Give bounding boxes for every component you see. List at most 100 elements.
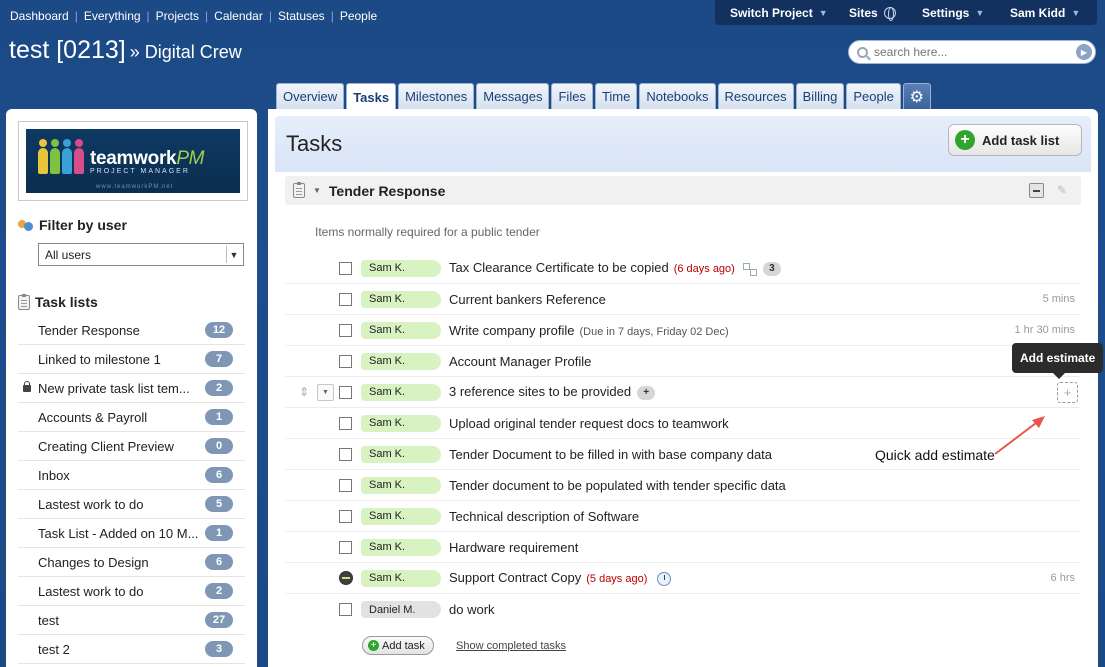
task-name[interactable]: Tender Document to be filled in with bas… — [449, 447, 772, 462]
collapse-triangle-icon[interactable]: ▼ — [313, 186, 321, 195]
user-filter-select[interactable]: All users ▼ — [38, 243, 244, 266]
assignee-badge[interactable]: Sam K. — [361, 321, 441, 339]
sidebar-tasklist[interactable]: Accounts & Payroll 1 — [18, 403, 245, 432]
annotation-arrow — [994, 416, 1045, 455]
sidebar-tasklist[interactable]: Creating Client Preview 0 — [18, 432, 245, 461]
search-go-icon[interactable]: ▶ — [1076, 44, 1092, 60]
sidebar-tasklist[interactable]: Lastest work to do 2 — [18, 577, 245, 606]
task-name[interactable]: Current bankers Reference — [449, 292, 606, 307]
tab-overview[interactable]: Overview — [276, 83, 345, 109]
count-badge: 1 — [205, 409, 233, 425]
assignee-badge[interactable]: Sam K. — [361, 538, 441, 556]
assignee-badge[interactable]: Sam K. — [361, 383, 441, 401]
task-row: Sam K. Account Manager Profile — [285, 346, 1081, 377]
task-name[interactable]: 3 reference sites to be provided — [449, 384, 631, 399]
plus-icon: + — [955, 130, 975, 150]
add-estimate-button[interactable]: + — [1057, 381, 1078, 403]
gear-icon[interactable]: ⚙ — [902, 83, 931, 109]
task-name[interactable]: do work — [449, 602, 495, 617]
assignee-badge[interactable]: Sam K. — [361, 569, 441, 587]
assignee-badge[interactable]: Daniel M. — [361, 601, 441, 618]
sidebar-tasklist[interactable]: Lastest work to do 5 — [18, 490, 245, 519]
nav-everything[interactable]: Everything — [84, 9, 141, 23]
add-task-list-button[interactable]: + Add task list — [948, 124, 1082, 156]
task-name[interactable]: Support Contract Copy — [449, 570, 581, 585]
task-name[interactable]: Write company profile — [449, 323, 574, 338]
nav-dashboard[interactable]: Dashboard — [10, 9, 69, 23]
comment-count-icon[interactable]: 3 — [762, 261, 781, 276]
task-checkbox[interactable] — [339, 509, 352, 523]
minimize-icon[interactable] — [1029, 183, 1044, 198]
time-estimate: 6 hrs — [1050, 572, 1075, 584]
tab-resources[interactable]: Resources — [717, 83, 794, 109]
task-name[interactable]: Tax Clearance Certificate to be copied — [449, 260, 669, 275]
account-bar: Switch Project ▼ Sites Settings ▼ Sam Ki… — [715, 0, 1097, 25]
settings-menu[interactable]: Settings ▼ — [922, 6, 984, 20]
assignee-badge[interactable]: Sam K. — [361, 476, 441, 494]
nav-projects[interactable]: Projects — [156, 9, 199, 23]
add-comment-icon[interactable]: + — [637, 385, 656, 400]
task-row: Sam K. Support Contract Copy (5 days ago)… — [285, 563, 1081, 594]
task-options-dropdown[interactable]: ▼ — [317, 383, 334, 401]
assignee-badge[interactable]: Sam K. — [361, 352, 441, 370]
assignee-badge[interactable]: Sam K. — [361, 414, 441, 432]
drag-handle-icon[interactable]: ⇕ — [299, 386, 311, 398]
sidebar-tasklist[interactable]: Tender Response 12 — [18, 316, 245, 345]
task-checkbox[interactable] — [339, 478, 352, 492]
assignee-badge[interactable]: Sam K. — [361, 290, 441, 308]
task-name[interactable]: Technical description of Software — [449, 509, 639, 524]
task-name[interactable]: Hardware requirement — [449, 540, 578, 555]
count-badge: 6 — [205, 554, 233, 570]
task-checkbox[interactable] — [339, 354, 352, 368]
task-status-icon[interactable] — [339, 571, 353, 585]
task-checkbox[interactable] — [339, 292, 352, 306]
nav-calendar[interactable]: Calendar — [214, 9, 263, 23]
user-menu[interactable]: Sam Kidd ▼ — [1010, 6, 1080, 20]
select-arrow-icon: ▼ — [226, 246, 241, 263]
assignee-badge[interactable]: Sam K. — [361, 507, 441, 525]
sidebar-tasklist[interactable]: test 27 — [18, 606, 245, 635]
company-name[interactable]: » Digital Crew — [130, 42, 242, 62]
count-badge: 2 — [205, 380, 233, 396]
search-input[interactable] — [874, 45, 1064, 59]
tab-people[interactable]: People — [846, 83, 901, 109]
tasklist-title[interactable]: Tender Response — [329, 183, 445, 199]
task-checkbox[interactable] — [339, 540, 352, 554]
sidebar-tasklist[interactable]: Changes to Design 6 — [18, 548, 245, 577]
tab-notebooks[interactable]: Notebooks — [639, 83, 716, 109]
task-name[interactable]: Account Manager Profile — [449, 354, 591, 369]
nav-people[interactable]: People — [340, 9, 377, 23]
tab-billing[interactable]: Billing — [795, 83, 845, 109]
dependency-icon[interactable] — [742, 262, 757, 276]
pin-icon[interactable]: ✎ — [1057, 183, 1071, 197]
sidebar-tasklist[interactable]: Linked to milestone 17 — [18, 345, 245, 374]
sidebar-tasklist[interactable]: Inbox 6 — [18, 461, 245, 490]
show-completed-link[interactable]: Show completed tasks — [456, 640, 566, 652]
main-panel: Tasks + Add task list ▼ Tender Response … — [268, 109, 1098, 667]
task-checkbox[interactable] — [339, 416, 352, 430]
task-name[interactable]: Upload original tender request docs to t… — [449, 416, 729, 431]
nav-statuses[interactable]: Statuses — [278, 9, 325, 23]
switch-project-menu[interactable]: Switch Project ▼ — [730, 6, 828, 20]
time-estimate: 1 hr 30 mins — [1014, 324, 1075, 336]
assignee-badge[interactable]: Sam K. — [361, 445, 441, 463]
sites-menu[interactable]: Sites — [849, 6, 896, 21]
sidebar-tasklist[interactable]: New private task list tem... 2 — [18, 374, 245, 403]
assignee-badge[interactable]: Sam K. — [361, 259, 441, 277]
tab-files[interactable]: Files — [551, 83, 593, 109]
task-checkbox[interactable] — [339, 603, 352, 616]
timer-icon[interactable] — [657, 571, 672, 586]
add-task-button[interactable]: + Add task — [362, 636, 434, 655]
tab-time[interactable]: Time — [594, 83, 638, 109]
task-name[interactable]: Tender document to be populated with ten… — [449, 478, 786, 493]
task-checkbox[interactable] — [339, 261, 352, 275]
tab-milestones[interactable]: Milestones — [398, 83, 475, 109]
task-checkbox[interactable] — [339, 385, 352, 399]
tab-tasks[interactable]: Tasks — [346, 83, 397, 110]
task-checkbox[interactable] — [339, 447, 352, 461]
count-badge: 27 — [205, 612, 233, 628]
tab-messages[interactable]: Messages — [476, 83, 550, 109]
sidebar-tasklist[interactable]: test 23 — [18, 635, 245, 664]
task-checkbox[interactable] — [339, 323, 352, 337]
sidebar-tasklist[interactable]: Task List - Added on 10 M... 1 — [18, 519, 245, 548]
